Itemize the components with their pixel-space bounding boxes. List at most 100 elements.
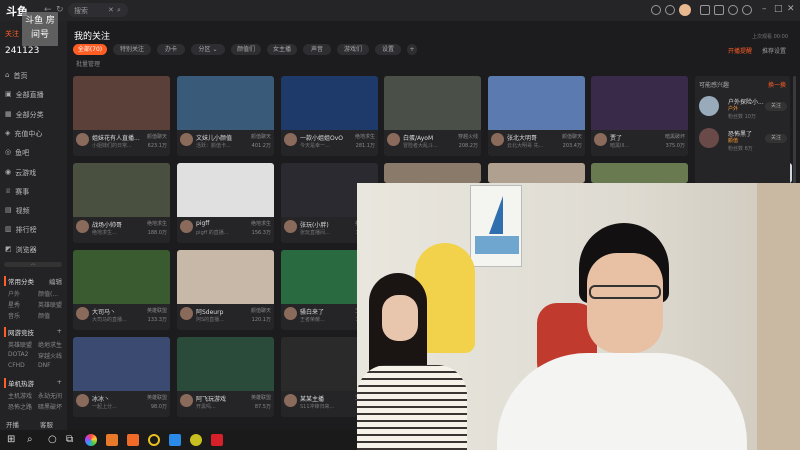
stream-thumbnail[interactable]	[591, 76, 688, 130]
heart-icon[interactable]	[665, 5, 675, 15]
filter-tab[interactable]: +	[407, 44, 417, 55]
stream-card[interactable]: 战场小帅哥 绝地求生 绝地求生... 188.0万	[73, 163, 170, 243]
batch-manage-button[interactable]: 批量管理	[76, 59, 100, 68]
filter-tab[interactable]: 颜值们	[231, 44, 261, 55]
category-link[interactable]: 恐怖之路	[8, 402, 32, 411]
filter-tab[interactable]: 办卡	[157, 44, 185, 55]
category-link[interactable]: 户外	[8, 289, 20, 298]
category-link[interactable]: 暗黑破坏	[38, 402, 62, 411]
category-link[interactable]: 颜值	[38, 311, 50, 320]
stream-card[interactable]: 白蛋/AyoM 穿越火线 冒险者大乱斗... 208.2万	[384, 76, 481, 156]
sidebar-item[interactable]: ▥ 排行榜	[5, 225, 37, 235]
sidebar-item[interactable]: ◩ 浏览器	[5, 245, 37, 255]
collapse-button[interactable]: ︿	[4, 262, 62, 267]
category-link[interactable]: DOTA2	[8, 351, 28, 358]
category-link[interactable]: 英雄联盟	[8, 340, 32, 349]
stream-thumbnail[interactable]	[73, 76, 170, 130]
cortana-icon[interactable]: ○	[48, 434, 57, 445]
app-icon[interactable]	[190, 434, 202, 446]
stream-thumbnail[interactable]	[177, 76, 274, 130]
start-icon[interactable]: ⊞	[7, 434, 15, 445]
stream-thumbnail[interactable]	[177, 250, 274, 304]
recommend-item[interactable]: 户外探险小... 户外 粉丝数 10万 关注	[699, 96, 787, 126]
stream-card[interactable]: 姐妹花有人直播... 颜值聊天 小姐妹们的日常... 623.1万	[73, 76, 170, 156]
section-action[interactable]: +	[57, 327, 62, 335]
filter-tab[interactable]: 女主播	[267, 44, 297, 55]
kugou-icon[interactable]	[169, 434, 181, 446]
calendar-icon[interactable]	[700, 5, 710, 15]
category-link[interactable]: 永劫无间	[38, 391, 62, 400]
stream-thumbnail[interactable]	[177, 337, 274, 391]
filter-tab[interactable]: 分区 ⌄	[191, 44, 225, 55]
scrollbar[interactable]	[793, 76, 796, 186]
sidebar-item[interactable]: ▣ 全部直播	[5, 90, 44, 100]
category-link[interactable]: 颜值(...	[38, 289, 58, 298]
sidebar-item[interactable]: ◈ 充值中心	[5, 129, 42, 139]
sidebar-item[interactable]: ⌂ 首页	[5, 71, 27, 81]
category-link[interactable]: 主机游戏	[8, 391, 32, 400]
history-icon[interactable]	[651, 5, 661, 15]
stream-thumbnail[interactable]	[73, 337, 170, 391]
search-input[interactable]: 搜索 ✕ ⌕	[68, 3, 128, 17]
close-button[interactable]: ✕	[787, 4, 795, 14]
netease-icon[interactable]	[211, 434, 223, 446]
category-link[interactable]: 绝地求生	[38, 340, 62, 349]
search-icon[interactable]: ⌕	[27, 434, 33, 445]
recommend-settings-button[interactable]: 推荐设置	[762, 46, 786, 55]
minimize-button[interactable]: –	[762, 4, 767, 14]
stream-thumbnail[interactable]	[591, 163, 688, 183]
stream-card[interactable]: 一款小姐姐OvO 绝地求生 今天是幸一... 281.1万	[281, 76, 378, 156]
follow-button[interactable]: 关注	[765, 134, 787, 143]
douyu-app-icon[interactable]	[106, 434, 118, 446]
category-link[interactable]: 英雄联盟	[38, 300, 62, 309]
stream-thumbnail[interactable]	[384, 76, 481, 130]
category-link[interactable]: 星秀	[8, 300, 20, 309]
filter-tab[interactable]: 全部(70)	[73, 44, 107, 55]
stream-card[interactable]: 阿Sdeurp 颜值聊天 阿S的直播... 120.1万	[177, 250, 274, 330]
category-link[interactable]: 音乐	[8, 311, 20, 320]
maximize-button[interactable]: □	[774, 4, 783, 14]
sidebar-item[interactable]: ▦ 全部分类	[5, 110, 44, 120]
stream-thumbnail[interactable]	[488, 76, 585, 130]
filter-tab[interactable]: 声音	[303, 44, 331, 55]
search-icon[interactable]: ⌕	[117, 6, 121, 15]
stream-card[interactable]: 贾了 暗黑破坏 暗黑III... 375.0万	[591, 76, 688, 156]
switch-button[interactable]: 换一换	[768, 80, 786, 89]
stream-thumbnail[interactable]	[177, 163, 274, 217]
live-remind-button[interactable]: 开播提醒	[728, 46, 752, 55]
section-action[interactable]: 编辑	[49, 276, 62, 286]
sidebar-item[interactable]: ♕ 赛事	[5, 187, 29, 197]
douyu-icon[interactable]	[127, 434, 139, 446]
filter-tab[interactable]: 设置	[375, 44, 401, 55]
task-view-icon[interactable]: ⧉	[66, 434, 73, 445]
stream-card[interactable]: 冰冰丶 英雄联盟 一起上分... 98.0万	[73, 337, 170, 417]
stream-card[interactable]: pigff 绝地求生 pigff 的直播... 156.3万	[177, 163, 274, 243]
stream-thumbnail[interactable]	[73, 250, 170, 304]
stream-thumbnail[interactable]	[281, 76, 378, 130]
recommend-item[interactable]: 恐怖黑了 颜值 粉丝数 8万 关注	[699, 128, 787, 158]
favorite-label[interactable]: 关注	[5, 29, 19, 39]
start-live-button[interactable]: 开播	[6, 419, 19, 429]
stream-thumbnail[interactable]	[488, 163, 585, 183]
filter-tab[interactable]: 特别关注	[113, 44, 151, 55]
follow-button[interactable]: 关注	[765, 102, 787, 111]
stream-card[interactable]: 阿飞玩游戏 英雄联盟 开黑吗... 87.5万	[177, 337, 274, 417]
user-avatar[interactable]	[679, 4, 691, 16]
sidebar-item[interactable]: ◎ 鱼吧	[5, 148, 29, 158]
stream-card[interactable]: 张北大明哥 颜值聊天 云北大明哥 先... 203.4万	[488, 76, 585, 156]
stream-thumbnail[interactable]	[73, 163, 170, 217]
shirt-icon[interactable]	[714, 5, 724, 15]
filter-tab[interactable]: 游戏们	[337, 44, 369, 55]
app-icon[interactable]	[148, 434, 160, 446]
service-button[interactable]: 客服	[40, 419, 53, 429]
category-link[interactable]: DNF	[38, 362, 51, 369]
settings-icon[interactable]	[742, 5, 752, 15]
category-link[interactable]: 穿越火线	[38, 351, 62, 360]
browser-icon[interactable]	[85, 434, 97, 446]
category-link[interactable]: CFHD	[8, 362, 25, 369]
sidebar-item[interactable]: ◉ 云游戏	[5, 168, 36, 178]
stream-card[interactable]: 文妹儿小颜值 颜值聊天 活跃：颜值卡... 401.2万	[177, 76, 274, 156]
message-icon[interactable]	[728, 5, 738, 15]
sidebar-item[interactable]: ▤ 视频	[5, 206, 30, 216]
stream-card[interactable]: 大司马丶 英雄联盟 大司马的直播... 133.3万	[73, 250, 170, 330]
